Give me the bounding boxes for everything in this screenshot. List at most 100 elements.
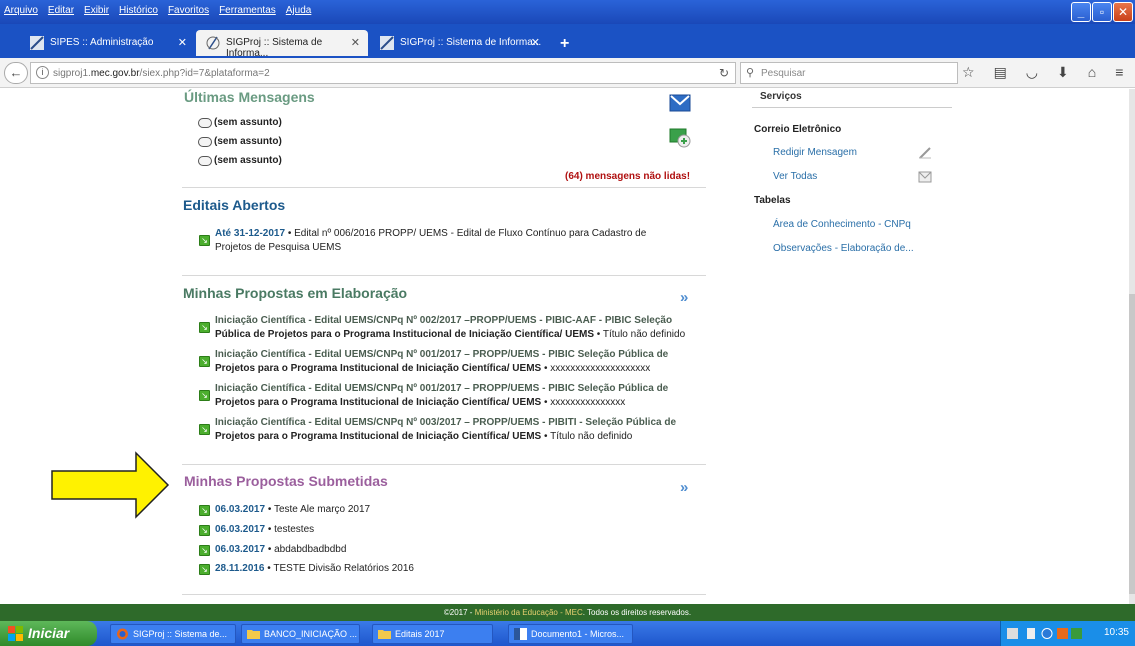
double-chevron-right-icon[interactable]: » [680,479,689,496]
tray-icons-icon[interactable] [1007,627,1087,640]
taskbar-item-folder-editais[interactable]: Editais 2017 [372,624,493,644]
arrow-bullet-icon: ↘ [199,545,210,556]
reading-list-icon[interactable]: ▤ [994,64,1007,81]
browser-menubar: Arquivo Editar Exibir Histórico Favorito… [0,0,1135,24]
home-icon[interactable]: ⌂ [1088,64,1096,81]
menu-favoritos[interactable]: Favoritos [168,5,209,16]
taskbar-item-firefox[interactable]: SIGProj :: Sistema de... [110,624,236,644]
submitted-proposal-item[interactable]: ↘ 06.03.2017 • abdabdbadbdbd [199,544,346,556]
taskbar-item-folder-banco[interactable]: BANCO_INICIAÇÃO ... [241,624,360,644]
search-icon: ⚲ [746,67,755,79]
menu-ferramentas[interactable]: Ferramentas [219,5,276,16]
close-tab-icon[interactable]: ✕ [351,36,360,49]
divider [752,107,952,108]
back-button[interactable]: ← [4,62,28,84]
submetidas-title: Minhas Propostas Submetidas [184,473,388,489]
compose-mail-icon[interactable] [668,125,692,149]
menu-hamburger-icon[interactable]: ≡ [1115,64,1123,81]
search-placeholder: Pesquisar [761,68,806,79]
proposal-draft-item[interactable]: ↘ Iniciação Científica - Edital UEMS/CNP… [199,348,689,376]
tab-label: SIPES :: Administração [50,37,154,48]
menu-historico[interactable]: Histórico [119,5,158,16]
proposal-draft-item[interactable]: ↘ Iniciação Científica - Edital UEMS/CNP… [199,382,689,410]
submitted-proposal-item[interactable]: ↘ 06.03.2017 • Teste Ale março 2017 [199,504,370,516]
arrow-bullet-icon: ↘ [199,424,210,435]
sidebar-link-observacoes[interactable]: Observações - Elaboração de... [773,243,914,254]
scrollbar-thumb[interactable] [1129,294,1135,594]
page-content: Últimas Mensagens (sem assunto) (sem ass… [0,89,1135,604]
arrow-bullet-icon: ↘ [199,356,210,367]
info-icon[interactable]: i [36,66,49,79]
arrow-bullet-icon: ↘ [199,390,210,401]
footer-link-mec[interactable]: Ministério da Educação - MEC [475,608,583,617]
folder-icon [247,630,260,639]
sidebar-link-area-conhecimento[interactable]: Área de Conhecimento - CNPq [773,219,911,230]
page-footer: ©2017 - Ministério da Educação - MEC. To… [0,604,1135,621]
pocket-icon[interactable]: ◡ [1026,64,1038,81]
url-bar[interactable]: i sigproj1.mec.gov.br/siex.php?id=7&plat… [30,62,736,84]
unread-count[interactable]: (64) mensagens não lidas! [565,171,690,182]
firefox-icon [117,628,128,640]
taskbar-item-word[interactable]: Documento1 - Micros... [508,624,633,644]
elaboracao-title: Minhas Propostas em Elaboração [183,285,408,301]
bookmark-star-icon[interactable]: ☆ [962,64,975,81]
divider [182,464,706,465]
submitted-proposal-item[interactable]: ↘ 28.11.2016 • TESTE Divisão Relatórios … [199,563,414,575]
divider [182,275,706,276]
minimize-button[interactable]: _ [1071,2,1091,22]
envelope-icon [198,136,212,147]
close-tab-icon[interactable]: ✕ [178,36,187,49]
tab-sipes[interactable]: SIPES :: Administração ✕ [20,30,195,56]
pen-write-icon[interactable] [918,147,932,159]
search-input[interactable]: ⚲ Pesquisar [740,62,958,84]
menu-exibir[interactable]: Exibir [84,5,109,16]
maximize-button[interactable]: ▫ [1092,2,1112,22]
arrow-bullet-icon: ↘ [199,564,210,575]
sidebar-group-tabelas: Tabelas [754,195,791,206]
proposal-draft-item[interactable]: ↘ Iniciação Científica - Edital UEMS/CNP… [199,314,689,342]
sidebar-services-title: Serviços [760,91,802,102]
menu-arquivo[interactable]: Arquivo [4,5,38,16]
start-button[interactable]: Iniciar [0,621,97,646]
download-icon[interactable]: ⬇ [1057,64,1069,81]
edital-item[interactable]: ↘ Até 31-12-2017 • Edital nº 006/2016 PR… [199,227,679,255]
menu-ajuda[interactable]: Ajuda [286,5,312,16]
message-item[interactable]: (sem assunto) [198,155,282,166]
tab-sigproj-active[interactable]: SIGProj :: Sistema de Informa... ✕ [196,30,368,59]
windows-taskbar: Iniciar SIGProj :: Sistema de... BANCO_I… [0,621,1135,646]
sidebar-link-ver-todas[interactable]: Ver Todas [773,171,817,182]
page-scrollbar[interactable] [1129,89,1135,604]
close-window-button[interactable]: ✕ [1113,2,1133,22]
message-item[interactable]: (sem assunto) [198,117,282,128]
tab-strip: SIPES :: Administração ✕ SIGProj :: Sist… [0,24,1135,59]
new-tab-icon[interactable]: + [560,35,569,53]
divider [182,187,706,188]
double-chevron-right-icon[interactable]: » [680,289,689,306]
yellow-arrow-annotation-icon [51,451,170,519]
messages-title: Últimas Mensagens [184,89,315,105]
tab-label: SIGProj :: Sistema de Informa... [400,37,542,48]
tab-label: SIGProj :: Sistema de Informa... [226,37,323,59]
sipes-favicon-icon [30,36,44,50]
tab-sigproj-2[interactable]: SIGProj :: Sistema de Informa... ✕ [370,30,548,56]
message-item[interactable]: (sem assunto) [198,136,282,147]
reload-icon[interactable]: ↻ [719,66,729,80]
windows-logo-icon [8,626,23,641]
system-tray: 10:35 [1000,621,1135,646]
url-prefix: sigproj1. [53,68,91,79]
envelope-icon [198,117,212,128]
clock: 10:35 [1103,627,1129,638]
close-tab-icon[interactable]: ✕ [531,36,540,49]
sidebar-link-redigir[interactable]: Redigir Mensagem [773,147,857,158]
url-domain: mec.gov.br [90,68,140,79]
screen: Arquivo Editar Exibir Histórico Favorito… [0,0,1135,646]
mail-inbox-icon[interactable] [918,171,932,183]
menu-editar[interactable]: Editar [48,5,74,16]
proposal-draft-item[interactable]: ↘ Iniciação Científica - Edital UEMS/CNP… [199,416,689,444]
folder-icon [378,630,391,639]
word-document-icon [514,628,527,640]
sigproj-favicon-icon [380,36,394,50]
submitted-proposal-item[interactable]: ↘ 06.03.2017 • testestes [199,524,314,536]
navigation-bar: ← i sigproj1.mec.gov.br/siex.php?id=7&pl… [0,58,1135,88]
inbox-mail-icon[interactable] [669,94,691,112]
